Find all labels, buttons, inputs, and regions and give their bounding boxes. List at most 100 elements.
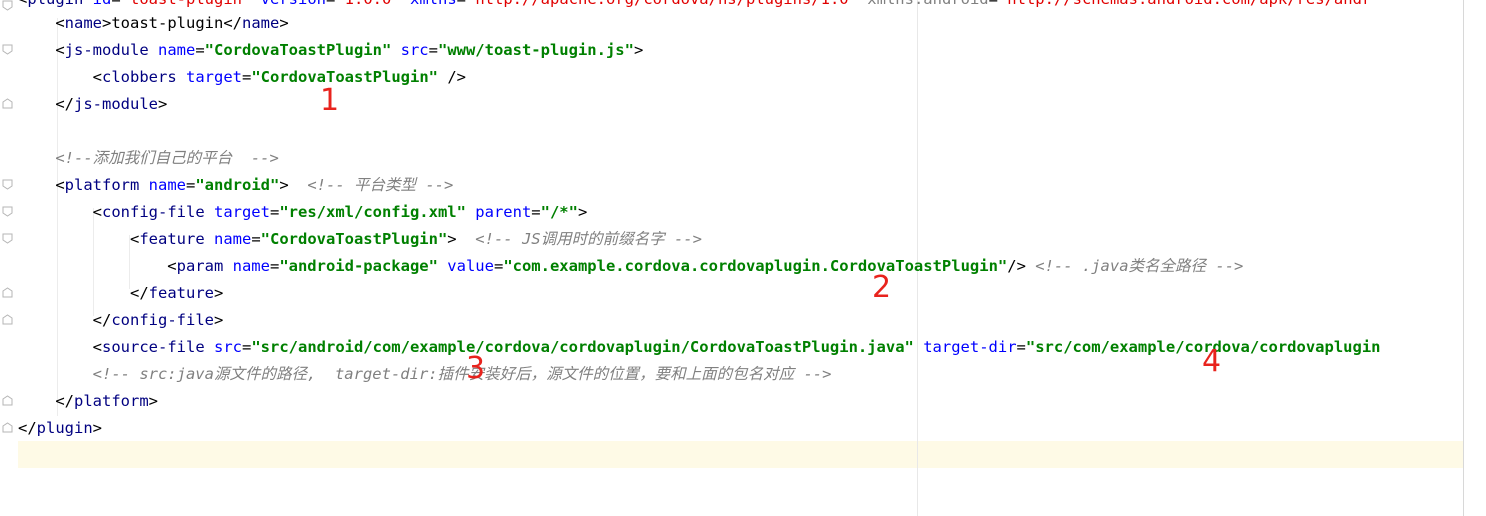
code-line[interactable]: <config-file target="res/xml/config.xml"… [18,199,588,226]
code-token: js-module [64,41,158,59]
code-line[interactable]: </plugin> [18,415,102,442]
code-token: target [213,203,270,221]
code-token: config-file [111,311,214,329]
code-token: version [261,0,326,8]
code-token: id [93,0,112,8]
annotation-marker-3: 3 [466,351,486,386]
code-token: < [18,230,140,248]
code-token: = [1016,338,1026,356]
code-token: plugin [27,0,92,8]
code-token: name [158,41,196,59]
code-token: /> [1007,257,1036,275]
fold-open-icon[interactable] [2,206,13,217]
code-token: > [447,230,476,248]
code-line[interactable]: <platform name="android"> <!-- 平台类型 --> [18,172,453,199]
code-line[interactable]: </feature> [18,280,223,307]
code-token: > [577,203,588,221]
fold-close-icon[interactable] [2,395,13,406]
code-token: = [493,257,504,275]
vertical-scrollbar[interactable] [1464,0,1486,516]
code-line[interactable]: <clobbers target="CordovaToastPlugin" /> [18,64,466,91]
fold-close-icon[interactable] [2,98,13,109]
code-token: "android" [195,176,280,194]
code-token: < [18,14,65,32]
code-line[interactable]: <feature name="CordovaToastPlugin"> <!--… [18,226,702,253]
code-line[interactable]: </js-module> [18,91,167,118]
code-token: < [18,41,65,59]
fold-open-icon[interactable] [2,0,13,11]
code-token: name [232,257,270,275]
code-token: = [269,257,280,275]
fold-close-icon[interactable] [2,314,13,325]
code-token: < [18,257,177,275]
code-token: = [326,0,335,8]
code-token: <!-- 平台类型 --> [307,176,454,194]
code-token: < [18,203,102,221]
code-token: "1.0.0" [335,0,410,8]
code-token: name [148,176,186,194]
code-token: "http://schemas.android.com/apk/res/andr [998,0,1371,8]
code-line[interactable]: <!--添加我们自己的平台 --> [18,145,279,172]
fold-open-icon[interactable] [2,179,13,190]
code-token: target-dir [923,338,1017,356]
annotation-marker-2: 2 [872,270,892,305]
code-token: param [176,257,233,275]
code-line[interactable]: <name>toast-plugin</name> [18,10,289,37]
code-token: = [111,0,120,8]
code-token: <!-- JS调用时的前缀名字 --> [475,230,702,248]
code-token: = [241,338,252,356]
code-line[interactable]: </platform> [18,388,158,415]
code-token: > [279,176,308,194]
code-token: </ [223,14,242,32]
code-line[interactable]: <!-- src:java源文件的路径, target-dir:插件安装好后，源… [18,361,832,388]
code-token: > [92,419,103,437]
code-token: name [64,14,102,32]
code-token: feature [148,284,214,302]
code-token: > [158,95,168,113]
code-token: name [242,14,280,32]
code-token: "/*" [540,203,578,221]
code-token: </ [18,419,37,437]
code-token: </ [18,392,74,410]
code-token: = [251,230,261,248]
code-token: toast-plugin [111,14,224,32]
code-token: value [447,257,494,275]
code-token: </ [18,284,149,302]
code-token: xmlns [410,0,457,8]
code-token: "src/android/com/example/cordova/cordova… [251,338,924,356]
code-line[interactable]: </config-file> [18,307,224,334]
annotation-marker-4: 4 [1202,344,1222,379]
code-token: target [186,68,242,86]
code-line[interactable]: <source-file src="src/android/com/exampl… [18,334,1381,361]
code-token: = [457,0,466,8]
caret-line-highlight [0,441,1463,468]
code-token: "CordovaToastPlugin" [251,68,448,86]
fold-open-icon[interactable] [2,233,13,244]
code-token: <!-- src:java源文件的路径, target-dir:插件安装好后，源… [18,365,832,383]
code-token: src [400,41,429,59]
code-token: clobbers [102,68,186,86]
code-token: > [279,14,289,32]
code-token: source-file [102,338,214,356]
code-token: "CordovaToastPlugin" [204,41,401,59]
code-token: = [269,203,280,221]
code-token: = [531,203,541,221]
code-token: > [213,284,224,302]
code-token: "CordovaToastPlugin" [260,230,448,248]
gutter [0,0,18,516]
code-token: /> [447,68,466,86]
code-editor[interactable]: <plugin id="toast-plugin" version="1.0.0… [0,0,1463,516]
code-token: "android-package" [279,257,448,275]
code-token: = [242,68,252,86]
code-token: = [428,41,438,59]
code-line[interactable]: <param name="android-package" value="com… [18,253,1243,280]
code-token: xmlns:android [867,0,988,8]
code-line[interactable]: <js-module name = "CordovaToastPlugin" src… [18,37,643,64]
code-token: > [633,41,644,59]
code-token: config-file [102,203,214,221]
code-token: platform [64,176,149,194]
fold-close-icon[interactable] [2,422,13,433]
fold-close-icon[interactable] [2,287,13,298]
fold-open-icon[interactable] [2,44,13,55]
code-token: > [148,392,158,410]
